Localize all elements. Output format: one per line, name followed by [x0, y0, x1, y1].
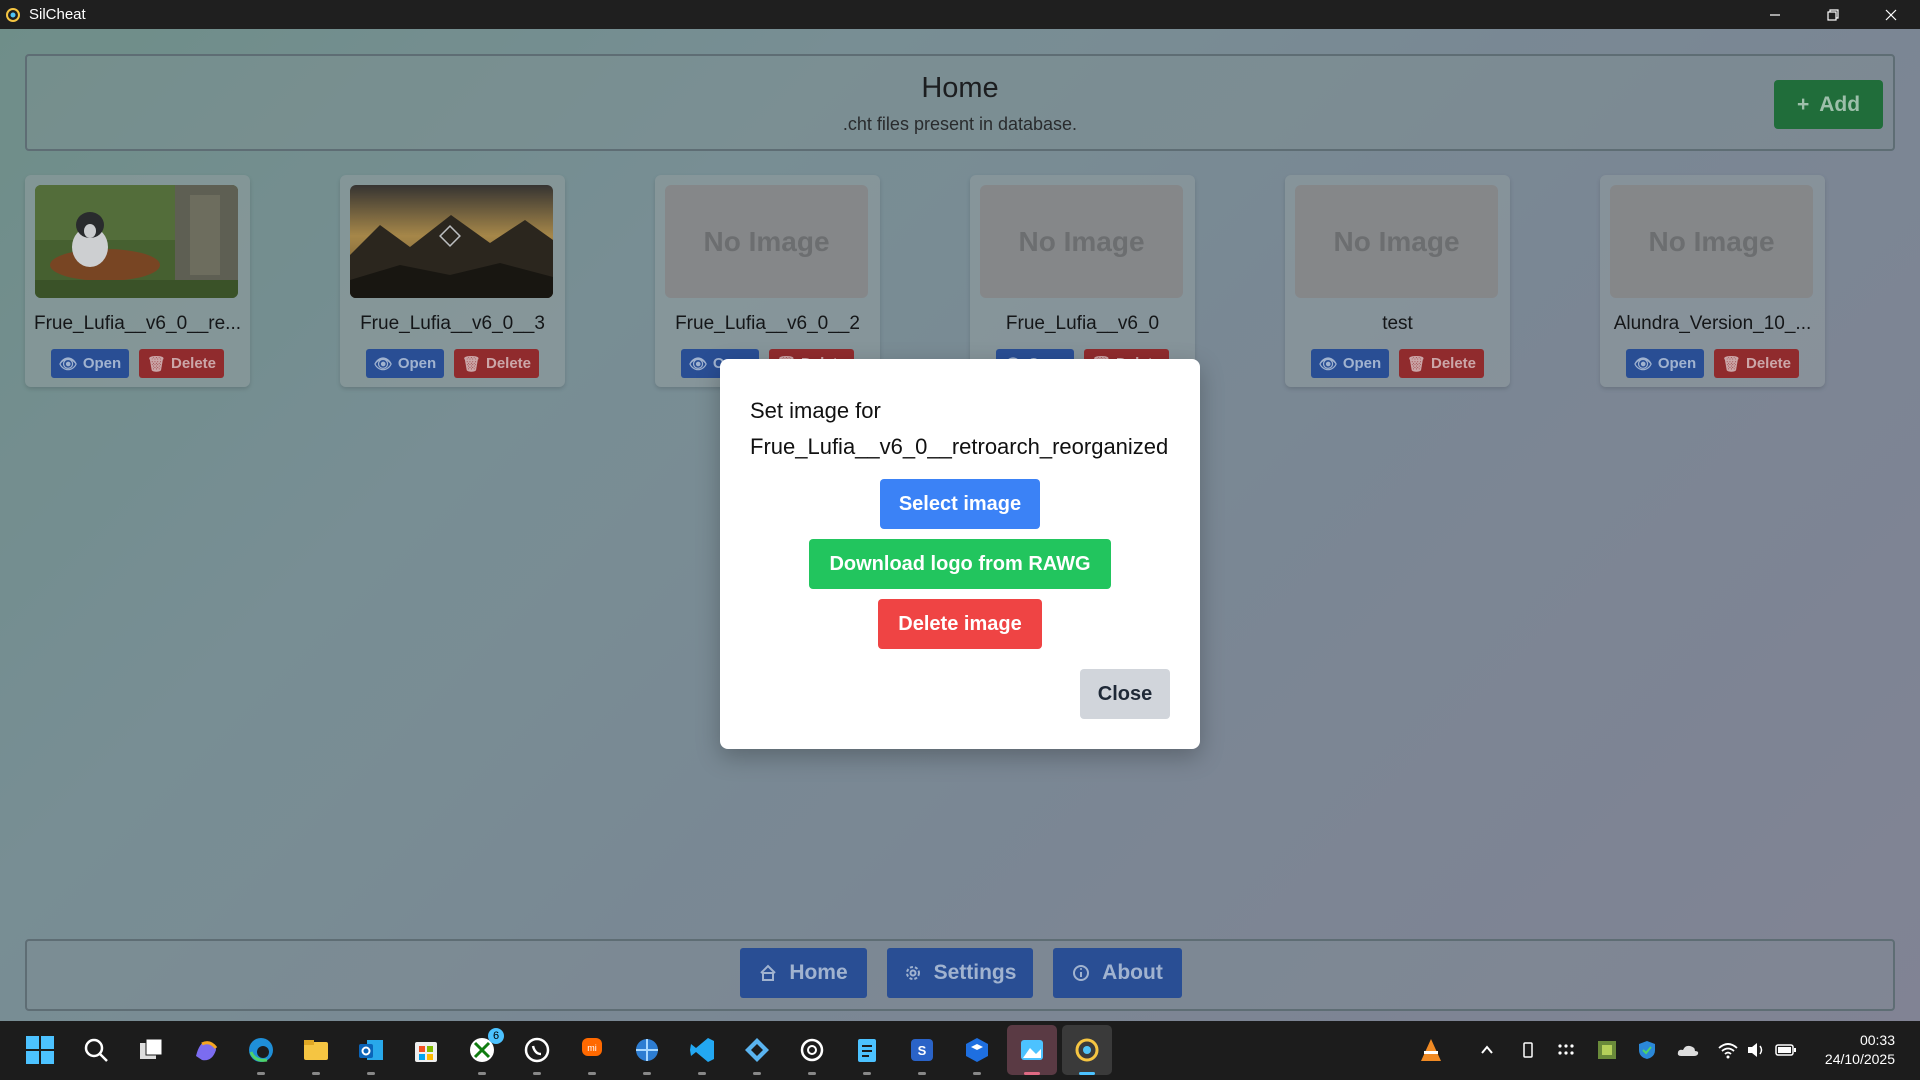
usb-icon[interactable] [1517, 1039, 1539, 1061]
search-icon[interactable] [80, 1034, 112, 1066]
app-area: Home .cht files present in database. + A… [0, 29, 1920, 1021]
taskbar: 6 mi S 00:33 24/10/2025 [0, 1021, 1920, 1080]
window-title: SilCheat [29, 6, 86, 23]
xbox-icon[interactable]: 6 [466, 1028, 504, 1075]
app-logo-icon [6, 7, 20, 22]
running-indicator [1079, 1072, 1095, 1075]
running-indicator [478, 1072, 486, 1075]
start-icon[interactable] [24, 1034, 56, 1066]
task-view-icon[interactable] [135, 1034, 167, 1066]
clock-time: 00:33 [1859, 1032, 1895, 1048]
running-indicator [643, 1072, 651, 1075]
notepad-icon[interactable] [851, 1034, 883, 1075]
running-indicator [698, 1072, 706, 1075]
app-icon-photos[interactable] [1016, 1034, 1048, 1075]
running-indicator [588, 1072, 596, 1075]
dialog-title: Set image for Frue_Lufia__v6_0__retroarc… [750, 393, 1168, 465]
running-indicator [808, 1072, 816, 1075]
app-icon-cube[interactable] [961, 1034, 993, 1075]
chatgpt-icon[interactable] [796, 1034, 828, 1075]
running-indicator [367, 1072, 375, 1075]
app-icon-kite[interactable] [741, 1034, 773, 1075]
running-indicator [973, 1072, 981, 1075]
running-indicator [533, 1072, 541, 1075]
delete-image-button[interactable]: Delete image [878, 599, 1042, 649]
wifi-icon[interactable] [1717, 1039, 1739, 1061]
running-indicator [863, 1072, 871, 1075]
silcheat-taskbar-icon[interactable] [1071, 1034, 1103, 1075]
notification-badge: 6 [488, 1028, 504, 1044]
xiaomi-icon[interactable]: mi [576, 1034, 608, 1075]
store-icon[interactable] [410, 1034, 442, 1066]
clock-date: 24/10/2025 [1824, 1051, 1895, 1067]
set-image-dialog: Set image for Frue_Lufia__v6_0__retroarc… [720, 359, 1200, 749]
running-indicator [918, 1072, 926, 1075]
select-image-button[interactable]: Select image [880, 479, 1040, 529]
download-logo-button[interactable]: Download logo from RAWG [809, 539, 1111, 589]
volume-icon[interactable] [1745, 1039, 1767, 1061]
minimize-button[interactable] [1746, 0, 1804, 29]
battery-icon[interactable] [1775, 1039, 1797, 1061]
chevron-up-icon[interactable] [1476, 1039, 1498, 1061]
shield-icon[interactable] [1636, 1039, 1658, 1061]
close-dialog-button[interactable]: Close [1080, 669, 1170, 719]
edge-icon[interactable] [245, 1034, 277, 1075]
running-indicator [257, 1072, 265, 1075]
whatsapp-icon[interactable] [521, 1034, 553, 1075]
outlook-icon[interactable] [355, 1034, 387, 1075]
restore-button[interactable] [1804, 0, 1862, 29]
vlc-icon[interactable] [1416, 1039, 1446, 1061]
title-bar: SilCheat [0, 0, 1920, 29]
svg-text:S: S [918, 1043, 927, 1058]
dialog-title-line1: Set image for [750, 398, 881, 423]
file-explorer-icon[interactable] [300, 1034, 332, 1075]
dialog-title-filename: Frue_Lufia__v6_0__retroarch_reorganized [750, 434, 1169, 459]
app-icon-globe[interactable] [631, 1034, 663, 1075]
gpu-icon[interactable] [1596, 1039, 1618, 1061]
running-indicator [312, 1072, 320, 1075]
running-indicator [1024, 1072, 1040, 1075]
app-icon-sourcetree[interactable]: S [906, 1034, 938, 1075]
onedrive-icon[interactable] [1677, 1039, 1699, 1061]
copilot-icon[interactable] [190, 1034, 222, 1066]
vscode-icon[interactable] [686, 1034, 718, 1075]
close-window-button[interactable] [1862, 0, 1920, 29]
svg-text:mi: mi [587, 1043, 597, 1053]
system-clock[interactable]: 00:33 24/10/2025 [1825, 1031, 1895, 1069]
apps-grid-icon[interactable] [1555, 1039, 1577, 1061]
running-indicator [753, 1072, 761, 1075]
